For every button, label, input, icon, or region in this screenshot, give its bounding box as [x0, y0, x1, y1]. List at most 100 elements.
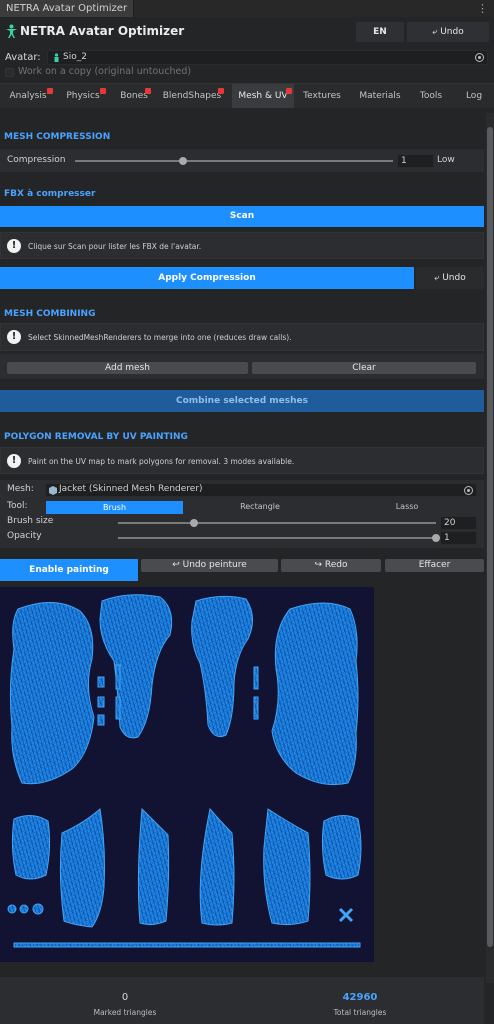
tab-mesh-uv[interactable]: Mesh & UV: [232, 84, 294, 108]
work-on-copy-checkbox[interactable]: [5, 68, 14, 77]
clear-meshes-button[interactable]: Clear: [252, 362, 476, 374]
uv-island-left-large: [9, 601, 95, 785]
uv-island-bottom-left: [11, 815, 51, 880]
combining-help-text: Select SkinnedMeshRenderers to merge int…: [28, 333, 292, 342]
uv-island-small: [97, 676, 105, 688]
tab-materials[interactable]: Materials: [356, 84, 404, 108]
redo-label: Redo: [324, 560, 348, 570]
undo-icon: ⤶: [434, 273, 443, 283]
clear-paint-button[interactable]: Effacer: [385, 559, 484, 572]
marked-triangles-value: 0: [121, 992, 129, 1003]
undo-button[interactable]: ⤶ Undo: [407, 22, 489, 42]
work-on-copy-label: Work on a copy (original untouched): [18, 66, 192, 77]
tab-physics[interactable]: Physics: [60, 84, 106, 108]
uv-paint-canvas[interactable]: [0, 587, 374, 962]
app-title: NETRA Avatar Optimizer: [20, 24, 185, 38]
uv-island-bottom-3: [137, 807, 170, 926]
mesh-label: Mesh:: [7, 484, 34, 494]
mesh-object-icon: [49, 486, 57, 495]
scan-button[interactable]: Scan: [0, 206, 484, 227]
tab-materials-label: Materials: [359, 91, 401, 101]
compression-slider[interactable]: [75, 160, 393, 162]
paint-settings-panel: Mesh: Jacket (Skinned Mesh Renderer) Too…: [0, 480, 484, 548]
compression-label: Compression: [7, 155, 66, 165]
tab-bones[interactable]: Bones: [114, 84, 154, 108]
opacity-slider-handle[interactable]: [432, 534, 440, 542]
tool-rectangle-button[interactable]: Rectangle: [184, 502, 336, 511]
brush-size-field[interactable]: 20: [440, 516, 477, 530]
compression-value-field[interactable]: 1: [397, 154, 434, 168]
tab-mesh-uv-label: Mesh & UV: [238, 91, 288, 101]
fbx-help-box: ! Clique sur Scan pour lister les FBX de…: [0, 232, 484, 259]
tab-log[interactable]: Log: [460, 84, 488, 108]
object-picker-icon[interactable]: [475, 53, 484, 62]
kebab-menu-icon[interactable]: ⋮: [477, 2, 488, 15]
scrollbar[interactable]: [486, 113, 494, 983]
warning-icon: [218, 88, 224, 94]
undo-arrow-icon: ↩: [172, 560, 183, 570]
brush-size-slider-handle[interactable]: [190, 519, 199, 527]
avatar-object-icon: [54, 53, 59, 62]
scrollbar-thumb[interactable]: [487, 127, 493, 947]
uv-island-right-large: [271, 602, 359, 786]
uv-island-small: [115, 664, 121, 690]
uv-island-bottom-2: [59, 808, 105, 928]
figure-icon: [6, 24, 17, 38]
opacity-slider[interactable]: [118, 537, 436, 539]
uv-island-strip: [13, 942, 361, 948]
uv-island-small: [97, 696, 105, 708]
uv-island-cross: [338, 907, 354, 923]
object-picker-icon[interactable]: [464, 486, 473, 495]
brush-size-slider[interactable]: [118, 522, 436, 524]
add-mesh-button[interactable]: Add mesh: [7, 362, 248, 374]
window-tab[interactable]: NETRA Avatar Optimizer: [0, 0, 135, 17]
undo-paint-label: Undo peinture: [182, 560, 247, 570]
undo-paint-button[interactable]: ↩ Undo peinture: [141, 559, 278, 572]
mesh-object-field[interactable]: Jacket (Skinned Mesh Renderer): [45, 483, 477, 497]
combining-help-box: ! Select SkinnedMeshRenderers to merge i…: [0, 323, 484, 351]
info-icon: !: [7, 454, 21, 468]
combine-meshes-button[interactable]: Combine selected meshes: [0, 390, 484, 412]
uv-island-tiny: [19, 904, 29, 914]
uv-island-top-center-right: [191, 595, 253, 738]
redo-button[interactable]: ↪ Redo: [281, 559, 381, 572]
brush-size-label: Brush size: [7, 516, 54, 526]
uv-island-top-center-left: [99, 594, 173, 739]
tool-lasso-button[interactable]: Lasso: [337, 502, 477, 511]
enable-painting-button[interactable]: Enable painting: [0, 559, 138, 581]
tool-brush-button[interactable]: Brush: [46, 501, 183, 514]
uv-island-bottom-5: [263, 808, 311, 926]
uv-island-tiny: [7, 904, 17, 914]
undo-label: Undo: [440, 27, 464, 37]
info-icon: !: [7, 330, 21, 344]
mesh-combining-title: MESH COMBINING: [4, 309, 96, 319]
mesh-compression-title: MESH COMPRESSION: [4, 132, 111, 142]
polygon-removal-title: POLYGON REMOVAL BY UV PAINTING: [4, 432, 188, 442]
tab-bones-label: Bones: [120, 91, 148, 101]
undo-icon: ⤶: [432, 27, 441, 37]
total-triangles-value: 42960: [342, 992, 378, 1003]
apply-compression-button[interactable]: Apply Compression: [0, 267, 414, 289]
tab-analysis[interactable]: Analysis: [4, 84, 53, 108]
avatar-object-field[interactable]: Sio_2: [47, 50, 488, 65]
opacity-field[interactable]: 1: [440, 531, 477, 545]
tab-physics-label: Physics: [66, 91, 100, 101]
warning-icon: [100, 88, 106, 94]
uv-island-tiny: [32, 903, 44, 915]
tab-textures[interactable]: Textures: [300, 84, 344, 108]
warning-icon: [286, 88, 292, 94]
language-button[interactable]: EN: [356, 22, 404, 42]
tab-blendshapes[interactable]: BlendShapes: [160, 84, 224, 108]
fbx-help-text: Clique sur Scan pour lister les FBX de l…: [28, 242, 202, 251]
undo-compression-button[interactable]: ⤶ Undo: [416, 267, 484, 289]
mesh-value: Jacket (Skinned Mesh Renderer): [59, 484, 203, 494]
compression-slider-handle[interactable]: [179, 157, 188, 165]
total-triangles-label: Total triangles: [333, 1008, 387, 1017]
uv-island-bottom-right: [321, 815, 362, 880]
uv-island-small: [97, 714, 105, 726]
tab-tools[interactable]: Tools: [414, 84, 448, 108]
opacity-label: Opacity: [7, 531, 42, 541]
polygon-help-box: ! Paint on the UV map to mark polygons f…: [0, 447, 484, 474]
uv-island-small: [115, 696, 121, 720]
avatar-label: Avatar:: [5, 52, 41, 63]
